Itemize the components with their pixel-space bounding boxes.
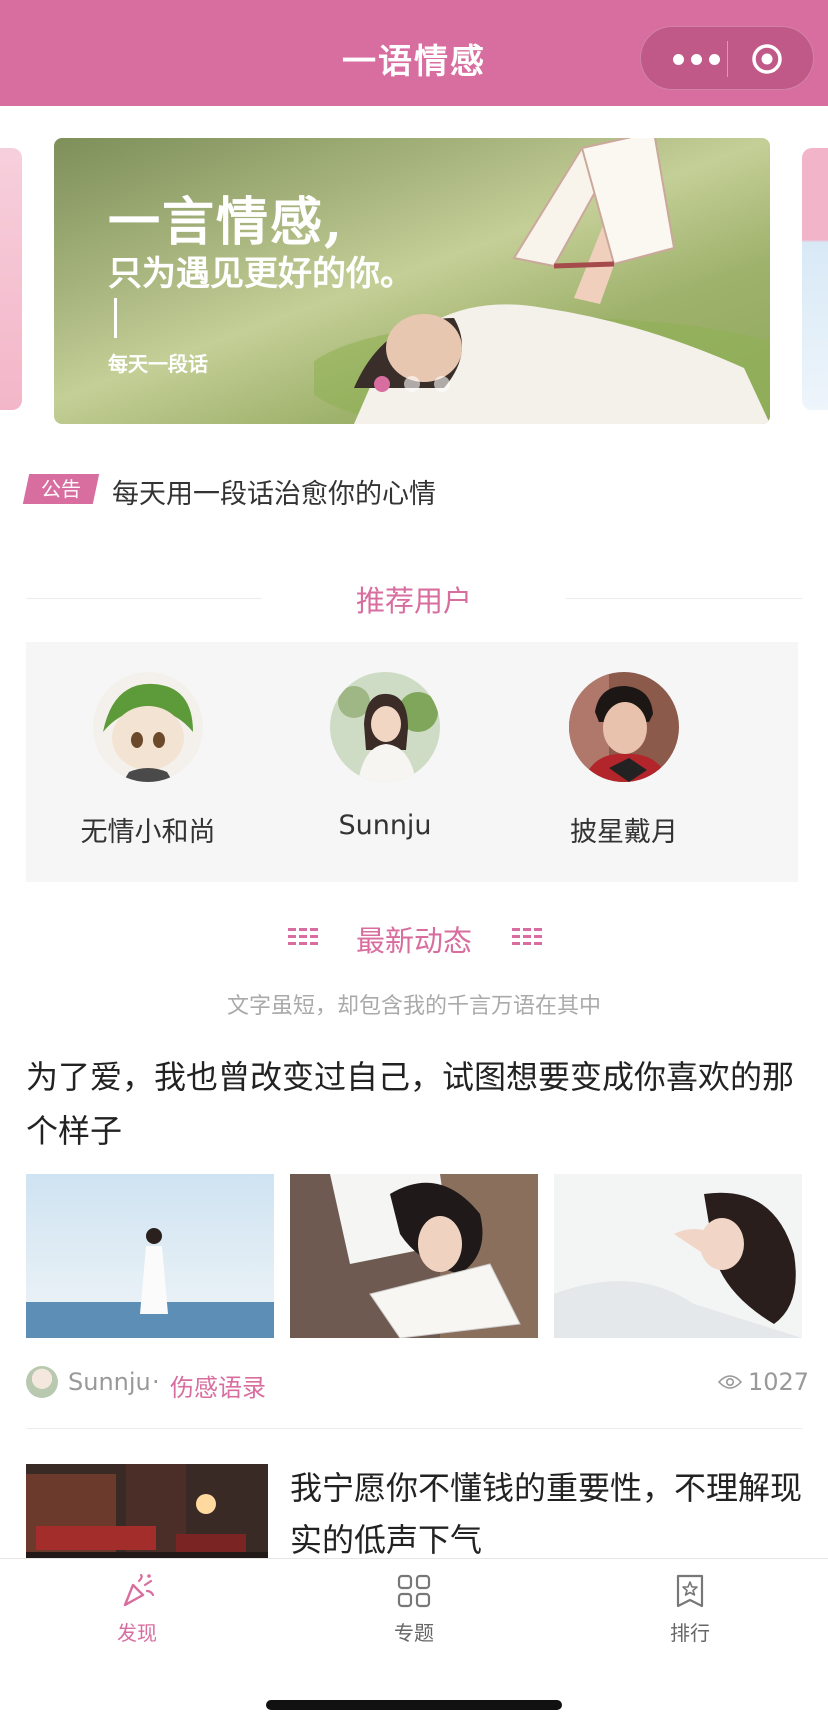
more-dots-icon[interactable]	[669, 47, 729, 71]
user-card[interactable]: 无情小和尚	[68, 672, 228, 849]
notice-text: 每天用一段话治愈你的心情	[112, 479, 436, 510]
banner-subheadline: 只为遇见更好的你。	[108, 254, 414, 294]
banner-caption: 每天一段话	[108, 352, 208, 376]
home-indicator[interactable]	[266, 1700, 562, 1710]
banner-carousel[interactable]: 一言情感, 只为遇见更好的你。 每天一段话	[54, 138, 770, 424]
page: 一语情感 一言情感, 只为遇见更好的你。 每天一段话 公告 每天用一段话治愈你的…	[0, 0, 828, 1722]
tab-topics[interactable]: 专题	[344, 1573, 484, 1646]
post-image[interactable]	[26, 1174, 274, 1338]
category-link[interactable]: 伤感语录	[170, 1368, 266, 1403]
target-circle-icon[interactable]	[751, 43, 783, 75]
bookmark-star-icon	[676, 1574, 704, 1608]
notice-tag: 公告	[22, 474, 100, 504]
party-popper-icon	[123, 1573, 155, 1607]
eye-icon	[718, 1375, 742, 1389]
user-name: Sunnju	[338, 810, 432, 841]
banner-divider	[114, 298, 117, 338]
mini-program-capsule	[640, 26, 814, 90]
tab-label: 排行	[670, 1621, 710, 1645]
post-divider	[26, 1428, 802, 1429]
post-meta: Sunnju · 伤感语录 1027	[26, 1364, 809, 1403]
latest-feed-subtitle: 文字虽短，却包含我的千言万语在其中	[226, 994, 601, 1019]
banner-headline: 一言情感,	[108, 192, 345, 253]
carousel-indicator-1[interactable]	[374, 376, 390, 392]
tab-bar: 发现 专题 排行	[0, 1558, 828, 1722]
tab-label: 专题	[394, 1621, 434, 1645]
post-image[interactable]	[554, 1174, 802, 1338]
navigation-bar: 一语情感	[0, 0, 828, 106]
tab-discover[interactable]: 发现	[67, 1573, 207, 1646]
avatar[interactable]	[569, 672, 679, 782]
carousel-prev-slide[interactable]	[0, 148, 22, 410]
user-card[interactable]: Sunnju	[305, 672, 465, 841]
avatar[interactable]	[330, 672, 440, 782]
author-name[interactable]: Sunnju	[68, 1368, 151, 1396]
carousel-next-slide[interactable]	[802, 148, 828, 410]
carousel-indicator-3[interactable]	[434, 376, 450, 392]
grid-icon	[397, 1574, 431, 1608]
post-image[interactable]	[290, 1174, 538, 1338]
tab-label: 发现	[117, 1621, 157, 1645]
capsule-divider	[727, 41, 728, 77]
tab-ranking[interactable]: 排行	[620, 1573, 760, 1646]
recommended-users-panel: 无情小和尚 Sunnju 披星戴月	[26, 642, 798, 882]
view-count: 1027	[748, 1368, 810, 1396]
author-avatar[interactable]	[26, 1366, 58, 1398]
post-title[interactable]: 为了爱，我也曾改变过自己，试图想要变成你喜欢的那个样子	[26, 1050, 806, 1158]
carousel-indicator-2[interactable]	[404, 376, 420, 392]
user-name: 无情小和尚	[80, 817, 216, 848]
user-card[interactable]: 披星戴月	[544, 672, 704, 849]
avatar[interactable]	[93, 672, 203, 782]
latest-feed-title: 最新动态	[355, 924, 472, 958]
recommended-users-title: 推荐用户	[355, 584, 472, 618]
post-title[interactable]: 我宁愿你不懂钱的重要性，不理解现实的低声下气	[290, 1462, 810, 1566]
user-name: 披星戴月	[570, 817, 678, 848]
meta-separator: ·	[152, 1368, 160, 1396]
post-image[interactable]	[26, 1464, 268, 1564]
notice-bar[interactable]: 公告 每天用一段话治愈你的心情	[22, 468, 806, 510]
